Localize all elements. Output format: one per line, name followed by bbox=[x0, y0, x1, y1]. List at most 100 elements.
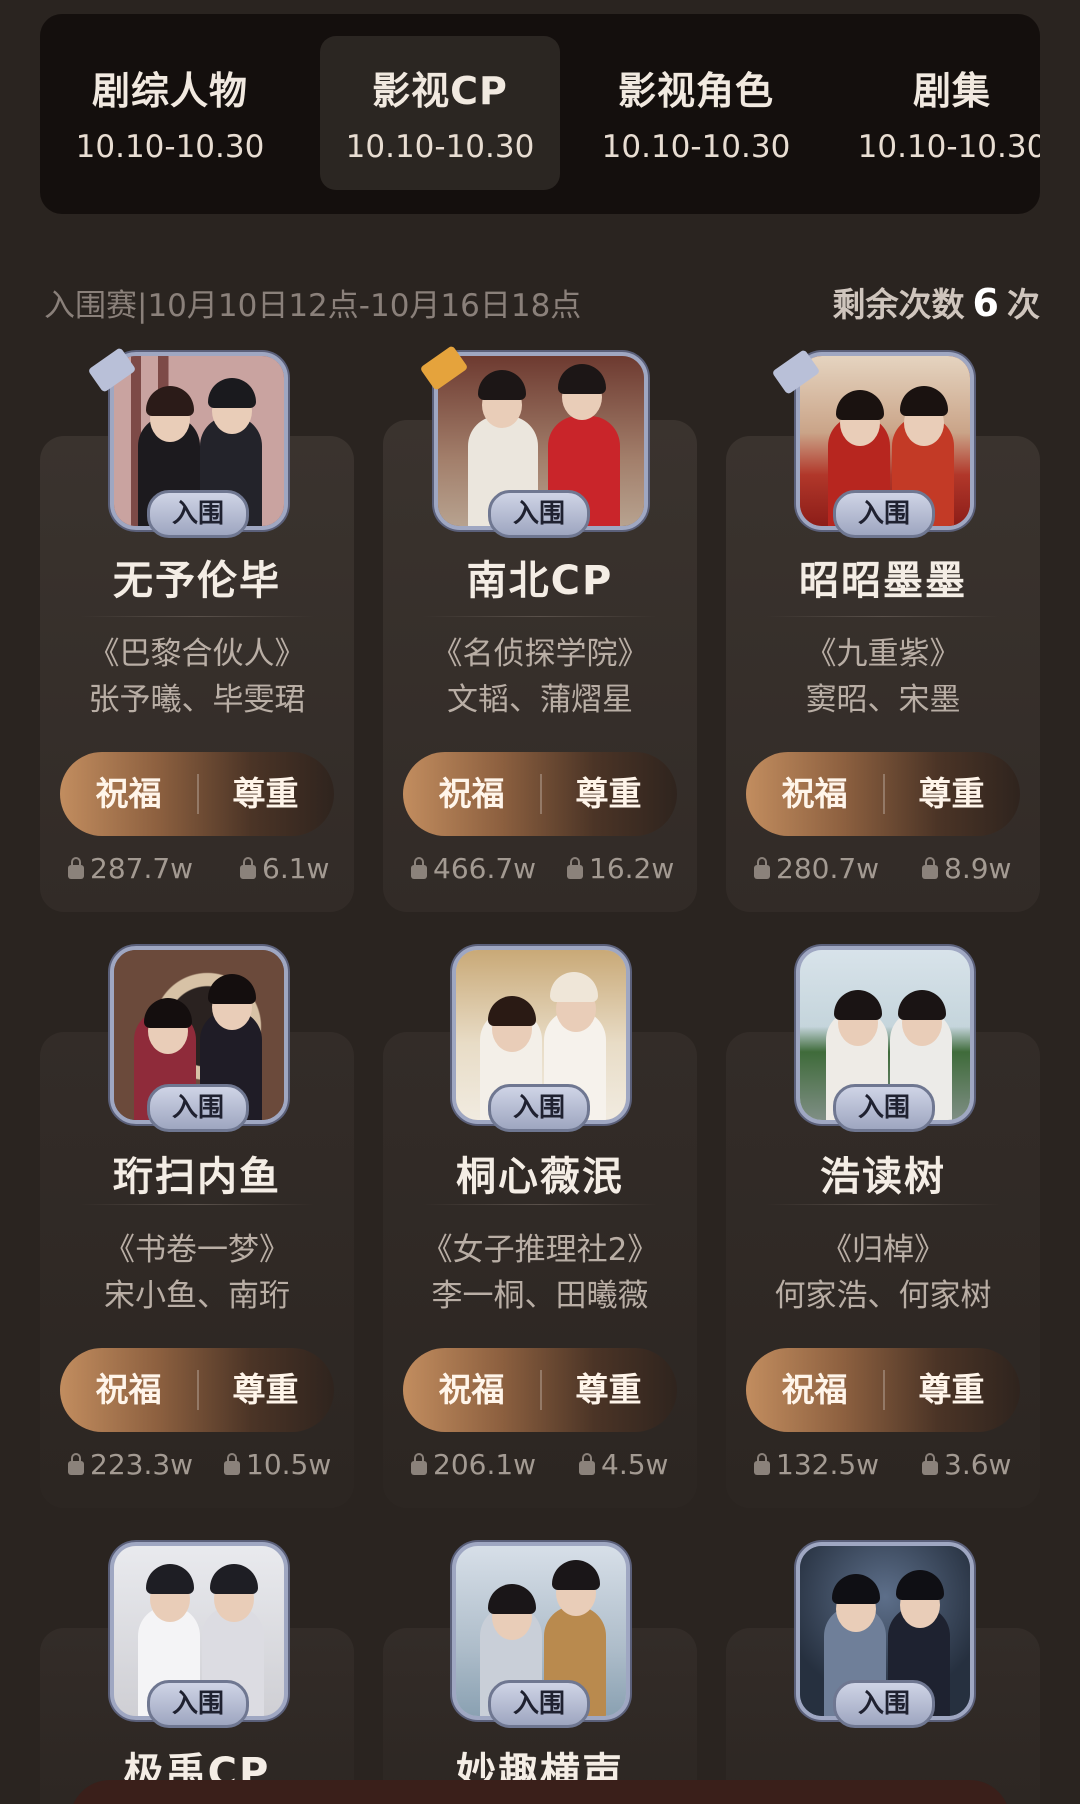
tab-date: 10.10-10.30 bbox=[601, 129, 791, 165]
divider bbox=[423, 616, 657, 617]
remaining-unit: 次 bbox=[1007, 285, 1040, 324]
tab-title: 影视角色 bbox=[617, 69, 774, 113]
show-title: 《名侦探学院》 bbox=[431, 636, 649, 672]
vote-buttons: 祝福 尊重 bbox=[746, 1348, 1020, 1432]
show-title: 《书卷一梦》 bbox=[104, 1232, 290, 1268]
shortlist-badge: 入围 bbox=[488, 1084, 590, 1132]
remaining-votes: 剩余次数 6 次 bbox=[833, 278, 1040, 326]
lock-icon bbox=[567, 857, 583, 879]
page: 剧综人物 10.10-10.30 影视CP 10.10-10.30 影视角色 1… bbox=[0, 0, 1080, 1804]
lock-icon bbox=[579, 1453, 595, 1475]
divider bbox=[766, 1204, 1000, 1205]
actor-names: 李一桐、田曦薇 bbox=[431, 1278, 649, 1314]
respect-count: 16.2w bbox=[589, 852, 675, 885]
bless-button[interactable]: 祝福 bbox=[746, 1348, 883, 1432]
lock-icon bbox=[68, 857, 84, 879]
shortlist-badge: 入围 bbox=[147, 1084, 249, 1132]
bless-stat: 206.1w bbox=[411, 1448, 536, 1481]
lock-icon bbox=[922, 1453, 938, 1475]
bless-button[interactable]: 祝福 bbox=[60, 752, 197, 836]
respect-count: 3.6w bbox=[944, 1448, 1012, 1481]
lock-icon bbox=[68, 1453, 84, 1475]
respect-stat: 10.5w bbox=[224, 1448, 331, 1481]
actor-names: 何家浩、何家树 bbox=[774, 1278, 992, 1314]
lock-icon bbox=[240, 857, 256, 879]
cp-name: 浩读树 bbox=[820, 1154, 946, 1200]
actor-names: 窦昭、宋墨 bbox=[805, 682, 961, 718]
shortlist-badge: 入围 bbox=[833, 490, 935, 538]
tab-film-cp[interactable]: 影视CP 10.10-10.30 bbox=[320, 36, 560, 190]
cp-name: 南北CP bbox=[466, 558, 614, 604]
lock-icon bbox=[754, 1453, 770, 1475]
lock-icon bbox=[754, 857, 770, 879]
respect-button[interactable]: 尊重 bbox=[883, 752, 1020, 836]
respect-count: 8.9w bbox=[944, 852, 1012, 885]
lock-icon bbox=[411, 857, 427, 879]
tab-title: 剧综人物 bbox=[91, 69, 248, 113]
respect-button[interactable]: 尊重 bbox=[883, 1348, 1020, 1432]
shortlist-badge: 入围 bbox=[833, 1084, 935, 1132]
bless-count: 466.7w bbox=[433, 852, 537, 885]
divider bbox=[80, 616, 314, 617]
bless-stat: 132.5w bbox=[754, 1448, 879, 1481]
category-tabbar: 剧综人物 10.10-10.30 影视CP 10.10-10.30 影视角色 1… bbox=[40, 14, 1040, 214]
respect-button[interactable]: 尊重 bbox=[540, 752, 677, 836]
lock-icon bbox=[224, 1453, 240, 1475]
actor-names: 宋小鱼、南珩 bbox=[104, 1278, 290, 1314]
bless-stat: 287.7w bbox=[68, 852, 193, 885]
tab-film-role[interactable]: 影视角色 10.10-10.30 bbox=[576, 36, 816, 190]
actor-names: 张予曦、毕雯珺 bbox=[88, 682, 306, 718]
tab-date: 10.10-10.30 bbox=[857, 129, 1040, 165]
bless-button[interactable]: 祝福 bbox=[403, 1348, 540, 1432]
shortlist-badge: 入围 bbox=[147, 490, 249, 538]
bless-stat: 223.3w bbox=[68, 1448, 193, 1481]
bless-button[interactable]: 祝福 bbox=[746, 752, 883, 836]
bless-count: 280.7w bbox=[776, 852, 880, 885]
stage-info: 入围赛|10月10日12点-10月16日18点 bbox=[44, 288, 582, 324]
bless-button[interactable]: 祝福 bbox=[60, 1348, 197, 1432]
vote-buttons: 祝福 尊重 bbox=[60, 1348, 334, 1432]
vote-buttons: 祝福 尊重 bbox=[403, 752, 677, 836]
lock-icon bbox=[922, 857, 938, 879]
tab-drama-people[interactable]: 剧综人物 10.10-10.30 bbox=[50, 36, 290, 190]
divider bbox=[80, 1204, 314, 1205]
shortlist-badge: 入围 bbox=[488, 490, 590, 538]
bless-count: 287.7w bbox=[90, 852, 194, 885]
respect-count: 10.5w bbox=[246, 1448, 332, 1481]
tab-date: 10.10-10.30 bbox=[75, 129, 265, 165]
shortlist-badge: 入围 bbox=[833, 1680, 935, 1728]
cp-name: 珩扫内鱼 bbox=[113, 1154, 281, 1200]
cp-name: 昭昭墨墨 bbox=[799, 558, 967, 604]
divider bbox=[766, 616, 1000, 617]
respect-stat: 3.6w bbox=[922, 1448, 1011, 1481]
show-title: 《女子推理社2》 bbox=[421, 1232, 659, 1268]
respect-count: 6.1w bbox=[262, 852, 330, 885]
respect-button[interactable]: 尊重 bbox=[540, 1348, 677, 1432]
respect-button[interactable]: 尊重 bbox=[197, 1348, 334, 1432]
remaining-label: 剩余次数 bbox=[832, 285, 965, 324]
respect-stat: 6.1w bbox=[240, 852, 329, 885]
remaining-count: 6 bbox=[972, 281, 999, 325]
show-title: 《归棹》 bbox=[821, 1232, 945, 1268]
tab-series[interactable]: 剧集 10.10-10.30 bbox=[832, 36, 1040, 190]
vote-buttons: 祝福 尊重 bbox=[403, 1348, 677, 1432]
vote-buttons: 祝福 尊重 bbox=[746, 752, 1020, 836]
bless-stat: 466.7w bbox=[411, 852, 536, 885]
respect-stat: 4.5w bbox=[579, 1448, 668, 1481]
bottom-action-bar[interactable] bbox=[70, 1780, 1010, 1804]
show-title: 《巴黎合伙人》 bbox=[88, 636, 306, 672]
cp-name: 无予伦毕 bbox=[113, 558, 281, 604]
shortlist-badge: 入围 bbox=[147, 1680, 249, 1728]
respect-button[interactable]: 尊重 bbox=[197, 752, 334, 836]
vote-buttons: 祝福 尊重 bbox=[60, 752, 334, 836]
respect-stat: 8.9w bbox=[922, 852, 1011, 885]
tab-title: 影视CP bbox=[372, 69, 508, 113]
respect-count: 4.5w bbox=[601, 1448, 669, 1481]
bless-stat: 280.7w bbox=[754, 852, 879, 885]
bless-button[interactable]: 祝福 bbox=[403, 752, 540, 836]
shortlist-badge: 入围 bbox=[488, 1680, 590, 1728]
tab-title: 剧集 bbox=[912, 69, 991, 113]
respect-stat: 16.2w bbox=[567, 852, 674, 885]
actor-names: 文韬、蒲熠星 bbox=[447, 682, 633, 718]
show-title: 《九重紫》 bbox=[805, 636, 961, 672]
